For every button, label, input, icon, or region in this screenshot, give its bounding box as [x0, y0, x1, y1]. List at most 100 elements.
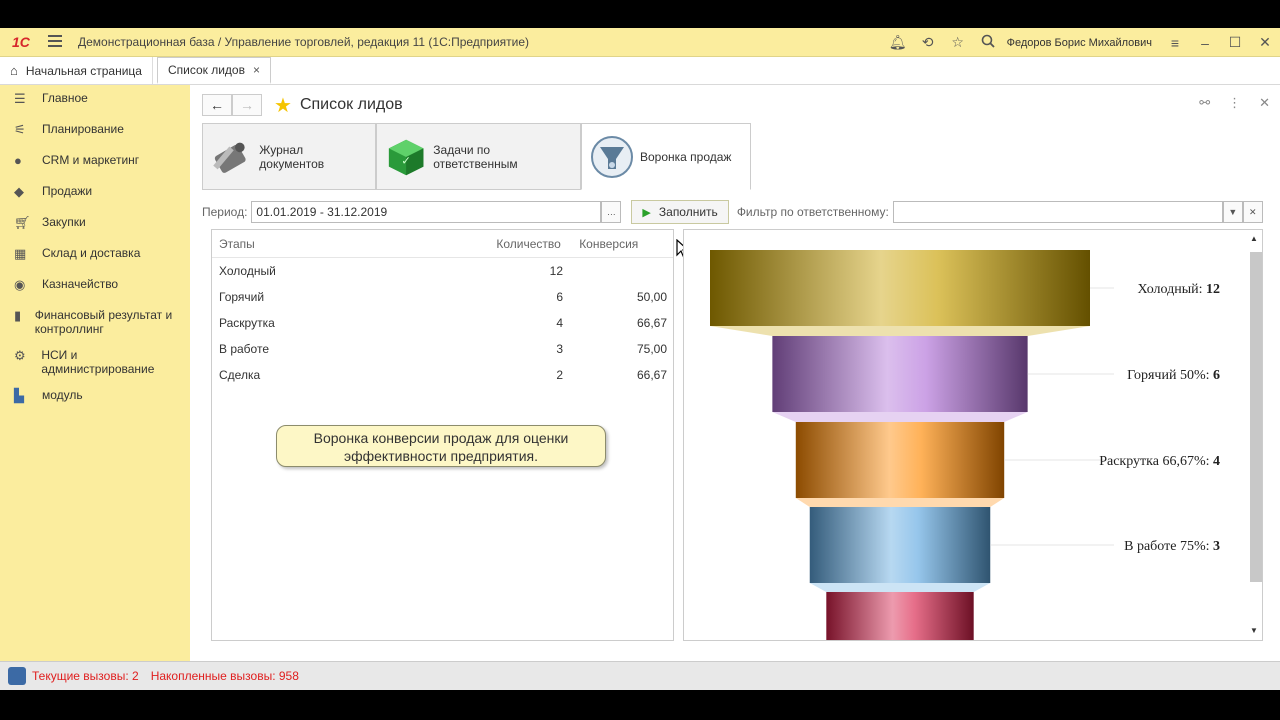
- sidebar-item-purchases[interactable]: 🛒︎ Закупки: [0, 209, 190, 240]
- form-header: ← → ★ Список лидов: [202, 93, 403, 117]
- favorites-icon[interactable]: ☆: [943, 34, 973, 51]
- count-cell: 6: [556, 290, 563, 304]
- forward-button[interactable]: →: [232, 94, 262, 116]
- funnel-label: Холодный: 12: [1137, 282, 1220, 297]
- panel-tab-tasks[interactable]: ✓ Задачи по ответственным: [376, 123, 581, 190]
- user-name[interactable]: Федоров Борис Михайлович: [1007, 37, 1152, 49]
- panel-tab-label: Воронка продаж: [640, 149, 732, 164]
- panel-tab-documents-journal[interactable]: Журнал документов: [202, 123, 376, 190]
- count-cell: 2: [556, 368, 563, 382]
- dropdown-icon[interactable]: ▼: [1222, 201, 1243, 223]
- period-input[interactable]: 01.01.2019 - 31.12.2019: [251, 201, 602, 223]
- sidebar-item-label: Склад и доставка: [42, 246, 141, 260]
- minimize-icon[interactable]: –: [1190, 35, 1220, 51]
- column-header-count[interactable]: Количество: [496, 237, 573, 251]
- panel-tab-sales-funnel[interactable]: Воронка продаж: [581, 123, 751, 190]
- sidebar-item-warehouse[interactable]: ▦ Склад и доставка: [0, 240, 190, 271]
- conversion-cell: 66,67: [636, 368, 667, 382]
- funnel-connector: [772, 412, 1028, 422]
- sidebar-item-module[interactable]: ▙ модуль: [0, 382, 190, 413]
- history-icon[interactable]: ⟲: [913, 34, 943, 51]
- filter-row: Период: 01.01.2019 - 31.12.2019 … ▶ Запо…: [202, 199, 1270, 225]
- maximize-icon[interactable]: ☐: [1220, 34, 1250, 51]
- table-row[interactable]: В работе 3 75,00: [212, 336, 673, 362]
- notifications-icon[interactable]: 🔔︎: [883, 34, 913, 51]
- svg-text:✓: ✓: [401, 153, 411, 167]
- status-icon[interactable]: [8, 667, 26, 685]
- scroll-up-icon[interactable]: ▲: [1250, 234, 1258, 243]
- column-header-stage[interactable]: Этапы: [212, 237, 496, 251]
- cart-icon: 🛒︎: [14, 215, 31, 230]
- main-menu-icon[interactable]: [48, 34, 64, 50]
- link-icon[interactable]: ⚯: [1199, 95, 1210, 111]
- app-logo: 1С: [12, 34, 30, 50]
- stage-cell: В работе: [219, 342, 270, 356]
- form-close-icon[interactable]: ✕: [1259, 95, 1270, 111]
- tab-leads[interactable]: Список лидов ×: [156, 57, 271, 84]
- responsible-filter-input[interactable]: [892, 201, 1223, 223]
- scrollbar-thumb[interactable]: [1250, 252, 1262, 582]
- column-header-conversion[interactable]: Конверсия: [573, 237, 673, 251]
- funnel-segment[interactable]: [710, 250, 1090, 326]
- stage-cell: Холодный: [219, 264, 276, 278]
- count-cell: 4: [556, 316, 563, 330]
- crm-icon: ●: [14, 153, 22, 168]
- conversion-cell: 75,00: [636, 342, 667, 356]
- panel-tab-label: Журнал документов: [259, 142, 325, 171]
- annotation-callout: Воронка конверсии продаж для оценки эффе…: [276, 425, 606, 467]
- fill-button[interactable]: ▶ Заполнить: [631, 200, 729, 224]
- funnel-segment[interactable]: [795, 422, 1005, 498]
- sidebar-item-main[interactable]: ☰ Главное: [0, 85, 190, 116]
- chart-scrollbar[interactable]: ▲ ▼: [1246, 230, 1262, 640]
- filter-label: Фильтр по ответственному:: [736, 205, 889, 219]
- count-cell: 3: [556, 342, 563, 356]
- tab-home[interactable]: ⌂ Начальная страница: [0, 57, 153, 84]
- table-row[interactable]: Раскрутка 4 66,67: [212, 310, 673, 336]
- stage-cell: Горячий: [219, 290, 265, 304]
- table-row[interactable]: Холодный 12: [212, 258, 673, 284]
- sidebar-item-crm[interactable]: ● CRM и маркетинг: [0, 147, 190, 178]
- more-actions-icon[interactable]: ⋮: [1228, 95, 1241, 111]
- accumulated-calls: Накопленные вызовы: 958: [150, 669, 299, 683]
- panel-tabs: Журнал документов ✓ Задачи по ответствен…: [202, 123, 751, 190]
- funnel-chart: Холодный: 12 Горячий 50%: 6 Раскрутка 66,6…: [710, 250, 1220, 641]
- sidebar-item-treasury[interactable]: ◉ Казначейство: [0, 271, 190, 302]
- table-row[interactable]: Горячий 6 50,00: [212, 284, 673, 310]
- search-icon[interactable]: [973, 34, 1003, 51]
- funnel-segment[interactable]: [826, 592, 974, 641]
- sales-bag-icon: ◆: [14, 184, 24, 199]
- home-icon: ⌂: [10, 63, 18, 78]
- funnel-segment[interactable]: [809, 507, 991, 583]
- period-select-button[interactable]: …: [601, 201, 622, 223]
- app-title: Демонстрационная база / Управление торго…: [78, 35, 530, 49]
- journal-icon: [213, 142, 246, 173]
- funnel-segment[interactable]: [772, 336, 1028, 412]
- sidebar-item-finance[interactable]: ▮ Финансовый результат и контроллинг: [0, 302, 190, 342]
- clear-filter-icon[interactable]: ✕: [1242, 201, 1263, 223]
- count-cell: 12: [549, 264, 563, 278]
- sidebar-item-planning[interactable]: ⚟ Планирование: [0, 116, 190, 147]
- callout-line-2: эффективности предприятия.: [343, 448, 539, 464]
- stage-cell: Сделка: [219, 368, 261, 382]
- page-title: Список лидов: [299, 96, 403, 113]
- table-header: Этапы Количество Конверсия: [212, 230, 673, 258]
- tabs-bar: ⌂ Начальная страница Список лидов ×: [0, 57, 1280, 85]
- form-header-actions: ⚯ ⋮ ✕: [1199, 95, 1270, 111]
- tab-close-icon[interactable]: ×: [253, 63, 260, 77]
- funnel-chart-panel: Холодный: 12 Горячий 50%: 6 Раскрутка 66,6…: [683, 229, 1263, 641]
- close-icon[interactable]: ✕: [1250, 34, 1280, 51]
- funnel-label: Горячий 50%: 6: [1127, 368, 1220, 383]
- settings-menu-icon[interactable]: ≡: [1160, 35, 1190, 51]
- sidebar-item-admin[interactable]: ⚙ НСИ и администрирование: [0, 342, 190, 382]
- table-row[interactable]: Сделка 2 66,67: [212, 362, 673, 388]
- favorite-star-icon[interactable]: ★: [274, 93, 292, 118]
- sidebar-item-sales[interactable]: ◆ Продажи: [0, 178, 190, 209]
- sidebar: ☰ Главное ⚟ Планирование ● CRM и маркети…: [0, 85, 190, 661]
- funnel-label: Раскрутка 66,67%: 4: [1099, 454, 1220, 469]
- scroll-down-icon[interactable]: ▼: [1250, 626, 1258, 635]
- current-calls: Текущие вызовы: 2: [32, 669, 139, 683]
- funnel-label: В работе 75%: 3: [1124, 539, 1220, 554]
- app-window: 1С Демонстрационная база / Управление то…: [0, 28, 1280, 690]
- funnel-connector: [809, 583, 991, 592]
- back-button[interactable]: ←: [202, 94, 232, 116]
